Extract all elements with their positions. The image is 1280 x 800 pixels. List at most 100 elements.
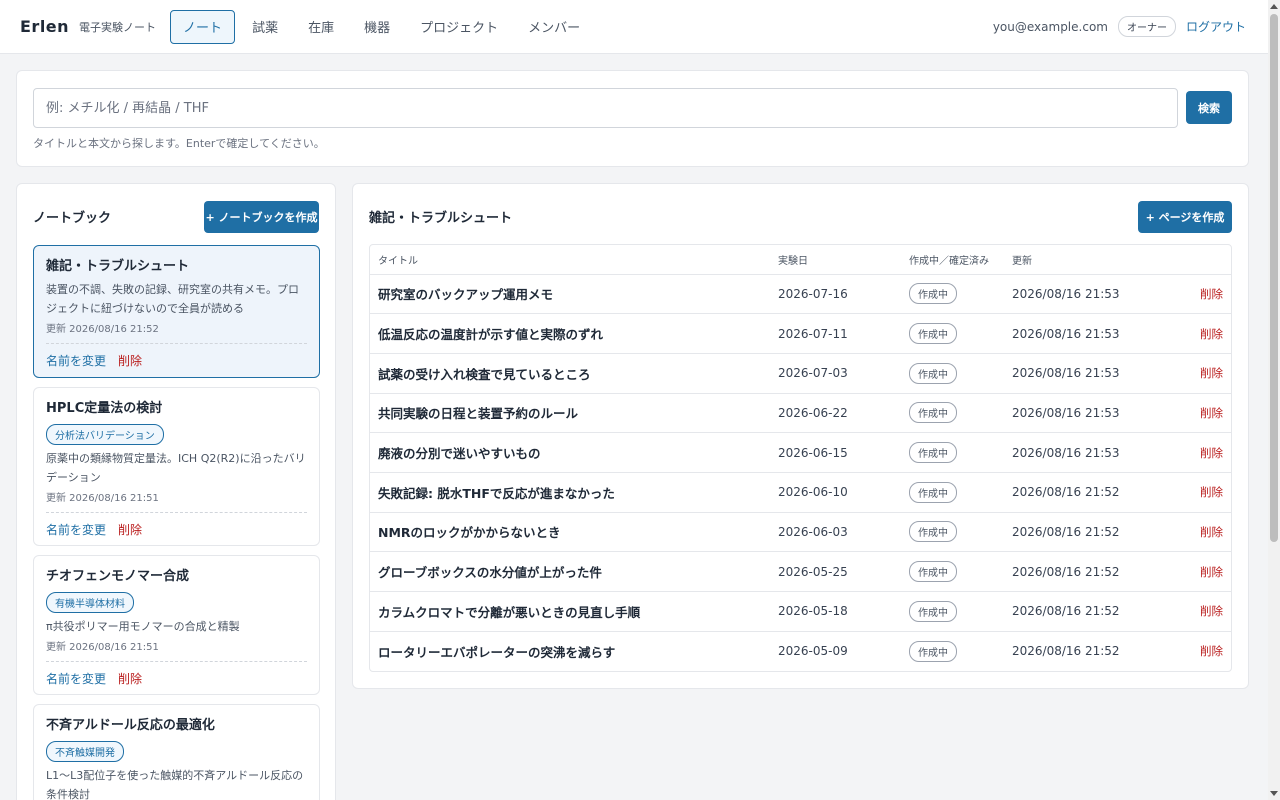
role-badge: オーナー <box>1117 16 1176 37</box>
delete-page-link[interactable]: 削除 <box>1164 432 1231 473</box>
nav-notes[interactable]: ノート <box>170 9 236 44</box>
page-title-cell[interactable]: 共同実験の日程と装置予約のルール <box>370 393 770 434</box>
status-badge: 作成中 <box>909 323 957 345</box>
notebook-panel-title: ノートブック <box>33 211 112 226</box>
delete-page-link[interactable]: 削除 <box>1164 313 1231 354</box>
brand-subtitle: 電子実験ノート <box>79 20 157 34</box>
table-row[interactable]: ロータリーエバポレーターの突沸を減らす 2026-05-09 作成中 2026/08/… <box>370 631 1231 671</box>
nav-members[interactable]: メンバー <box>515 10 593 44</box>
col-header-date[interactable]: 実験日 <box>770 245 901 275</box>
project-tag: 不斉触媒開発 <box>46 741 124 762</box>
col-header-title[interactable]: タイトル <box>370 245 770 275</box>
notebook-name: チオフェンモノマー合成 <box>46 569 190 584</box>
col-header-actions <box>1164 245 1231 275</box>
rename-notebook-link[interactable]: 名前を変更 <box>46 521 106 546</box>
delete-notebook-link[interactable]: 削除 <box>118 670 142 695</box>
notebook-item[interactable]: 雑記・トラブルシュート 装置の不調、失敗の記録、研究室の共有メモ。プロジェクトに… <box>33 245 320 378</box>
page-updated-cell: 2026/08/16 21:52 <box>1004 512 1164 553</box>
table-row[interactable]: NMRのロックがかからないとき 2026-06-03 作成中 2026/08/16 2… <box>370 512 1231 553</box>
page-title-cell[interactable]: グローブボックスの水分値が上がった件 <box>370 551 770 592</box>
page-status-cell: 作成中 <box>901 591 1004 632</box>
delete-page-link[interactable]: 削除 <box>1164 551 1231 592</box>
page-status-cell: 作成中 <box>901 472 1004 513</box>
page-scrollbar[interactable] <box>1268 0 1280 800</box>
notebook-description: π共役ポリマー用モノマーの合成と精製 <box>46 620 240 633</box>
project-tag: 分析法バリデーション <box>46 424 164 445</box>
page-title-cell[interactable]: ロータリーエバポレーターの突沸を減らす <box>370 631 770 671</box>
create-notebook-button[interactable]: + ノートブックを作成 <box>204 201 319 233</box>
delete-notebook-link[interactable]: 削除 <box>118 352 142 377</box>
page-title-cell[interactable]: 失敗記録: 脱水THFで反応が進まなかった <box>370 472 770 513</box>
notebook-description: 装置の不調、失敗の記録、研究室の共有メモ。プロジェクトに紐づけないので全員が読め… <box>46 283 299 315</box>
table-row[interactable]: 廃液の分別で迷いやすいもの 2026-06-15 作成中 2026/08/16 21:… <box>370 432 1231 473</box>
page-title-cell[interactable]: 低温反応の温度計が示す値と実際のずれ <box>370 313 770 354</box>
delete-page-link[interactable]: 削除 <box>1164 631 1231 671</box>
notebook-description: 原薬中の類縁物質定量法。ICH Q2(R2)に沿ったバリデーション <box>46 452 306 484</box>
table-row[interactable]: 研究室のバックアップ運用メモ 2026-07-16 作成中 2026/08/16 21… <box>370 274 1231 315</box>
scroll-up-arrow-icon[interactable] <box>1270 4 1278 9</box>
brand-logo[interactable]: Erlen <box>20 17 69 36</box>
notebook-actions: 名前を変更 削除 <box>46 661 307 695</box>
table-row[interactable]: 共同実験の日程と装置予約のルール 2026-06-22 作成中 2026/08/16 … <box>370 393 1231 434</box>
status-badge: 作成中 <box>909 521 957 543</box>
delete-page-link[interactable]: 削除 <box>1164 274 1231 315</box>
pages-panel: 雑記・トラブルシュート + ページを作成 タイトル 実験日 作成中／確定済み 更… <box>352 183 1249 689</box>
table-header-row: タイトル 実験日 作成中／確定済み 更新 <box>370 245 1231 275</box>
scroll-down-arrow-icon[interactable] <box>1270 791 1278 796</box>
status-badge: 作成中 <box>909 481 957 503</box>
table-row[interactable]: 試薬の受け入れ検査で見ているところ 2026-07-03 作成中 2026/08/16… <box>370 353 1231 394</box>
search-panel: 検索 タイトルと本文から探します。Enterで確定してください。 <box>16 70 1249 167</box>
notebook-updated: 更新 2026/08/16 21:51 <box>46 493 159 504</box>
table-row[interactable]: カラムクロマトで分離が悪いときの見直し手順 2026-05-18 作成中 2026/0… <box>370 591 1231 632</box>
col-header-status[interactable]: 作成中／確定済み <box>901 245 1004 275</box>
search-button[interactable]: 検索 <box>1186 91 1232 124</box>
search-input[interactable] <box>33 88 1178 128</box>
page-title-cell[interactable]: 試薬の受け入れ検査で見ているところ <box>370 353 770 394</box>
page-date-cell: 2026-06-10 <box>770 472 901 513</box>
create-page-button[interactable]: + ページを作成 <box>1138 201 1232 233</box>
table-row[interactable]: グローブボックスの水分値が上がった件 2026-05-25 作成中 2026/08/1… <box>370 551 1231 592</box>
rename-notebook-link[interactable]: 名前を変更 <box>46 670 106 695</box>
status-badge: 作成中 <box>909 561 957 583</box>
delete-page-link[interactable]: 削除 <box>1164 472 1231 513</box>
delete-notebook-link[interactable]: 削除 <box>118 521 142 546</box>
scroll-thumb[interactable] <box>1270 14 1278 542</box>
page-title-cell[interactable]: NMRのロックがかからないとき <box>370 512 770 553</box>
nav-projects[interactable]: プロジェクト <box>407 10 511 44</box>
status-badge: 作成中 <box>909 362 957 384</box>
rename-notebook-link[interactable]: 名前を変更 <box>46 352 106 377</box>
page-status-cell: 作成中 <box>901 313 1004 354</box>
page-date-cell: 2026-05-25 <box>770 551 901 592</box>
user-email: you@example.com <box>992 19 1108 34</box>
nav-inventory[interactable]: 在庫 <box>295 10 347 44</box>
logout-link[interactable]: ログアウト <box>1186 18 1246 35</box>
status-badge: 作成中 <box>909 640 957 662</box>
table-row[interactable]: 低温反応の温度計が示す値と実際のずれ 2026-07-11 作成中 2026/08/1… <box>370 313 1231 354</box>
user-area: you@example.com オーナー ログアウト <box>993 16 1246 37</box>
page-updated-cell: 2026/08/16 21:53 <box>1004 393 1164 434</box>
nav-equipment[interactable]: 機器 <box>351 10 403 44</box>
main-nav: ノート 試薬 在庫 機器 プロジェクト メンバー <box>170 9 593 44</box>
page-title-cell[interactable]: 研究室のバックアップ運用メモ <box>370 274 770 315</box>
page-title-cell[interactable]: 廃液の分別で迷いやすいもの <box>370 432 770 473</box>
page-status-cell: 作成中 <box>901 274 1004 315</box>
notebook-name: 不斉アルドール反応の最適化 <box>46 718 215 733</box>
page-updated-cell: 2026/08/16 21:53 <box>1004 313 1164 354</box>
page-date-cell: 2026-07-03 <box>770 353 901 394</box>
page-status-cell: 作成中 <box>901 432 1004 473</box>
page-updated-cell: 2026/08/16 21:52 <box>1004 551 1164 592</box>
notebook-item[interactable]: HPLC定量法の検討 分析法バリデーション 原薬中の類縁物質定量法。ICH Q2… <box>33 387 320 546</box>
page-date-cell: 2026-06-15 <box>770 432 901 473</box>
delete-page-link[interactable]: 削除 <box>1164 512 1231 553</box>
delete-page-link[interactable]: 削除 <box>1164 353 1231 394</box>
top-navbar: Erlen 電子実験ノート ノート 試薬 在庫 機器 プロジェクト メンバー y… <box>0 0 1268 54</box>
page-title-cell[interactable]: カラムクロマトで分離が悪いときの見直し手順 <box>370 591 770 632</box>
delete-page-link[interactable]: 削除 <box>1164 393 1231 434</box>
col-header-updated[interactable]: 更新 <box>1004 245 1164 275</box>
nav-reagents[interactable]: 試薬 <box>239 10 291 44</box>
table-row[interactable]: 失敗記録: 脱水THFで反応が進まなかった 2026-06-10 作成中 2026/0… <box>370 472 1231 513</box>
notebook-item[interactable]: チオフェンモノマー合成 有機半導体材料 π共役ポリマー用モノマーの合成と精製 更… <box>33 555 320 695</box>
notebook-item[interactable]: 不斉アルドール反応の最適化 不斉触媒開発 L1〜L3配位子を使った触媒的不斉アル… <box>33 704 320 800</box>
status-badge: 作成中 <box>909 402 957 424</box>
delete-page-link[interactable]: 削除 <box>1164 591 1231 632</box>
